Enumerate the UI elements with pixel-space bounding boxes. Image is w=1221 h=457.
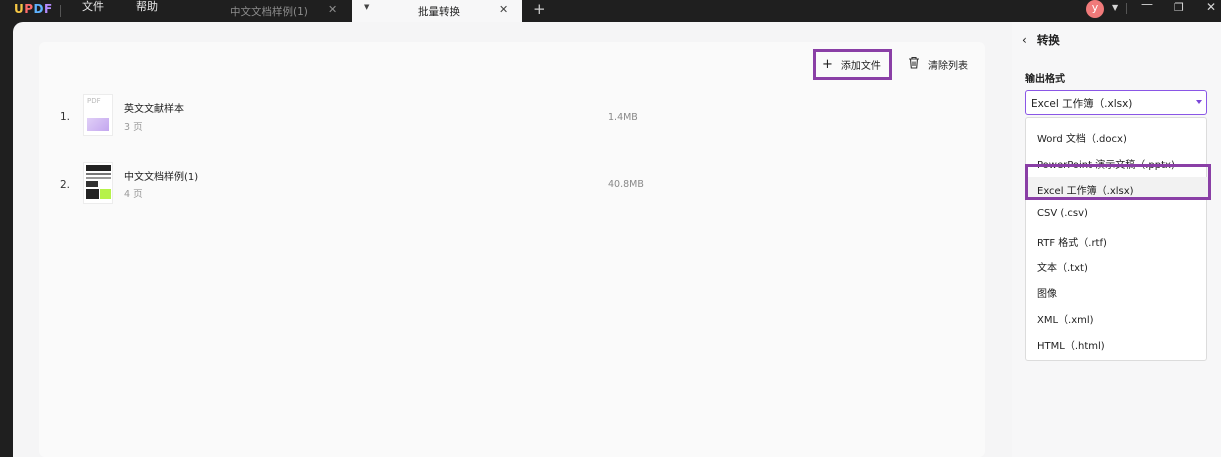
highlight-box xyxy=(1025,164,1211,200)
file-thumbnail: PDF xyxy=(83,94,113,136)
panel-header: ‹ 转换 xyxy=(1022,32,1060,48)
close-icon[interactable]: ✕ xyxy=(328,3,337,16)
option-txt[interactable]: 文本（.txt) xyxy=(1026,254,1208,276)
divider xyxy=(60,5,61,17)
clear-list-label: 清除列表 xyxy=(928,60,968,72)
file-name: 中文文档样例(1) xyxy=(124,172,199,183)
divider xyxy=(1126,3,1127,14)
close-icon[interactable]: ✕ xyxy=(499,3,508,16)
option-xml[interactable]: XML（.xml) xyxy=(1026,306,1208,328)
file-thumbnail xyxy=(83,162,113,204)
chevron-down-icon[interactable]: ▼ xyxy=(1112,3,1118,12)
format-dropdown: Word 文档（.docx) PowerPoint 演示文稿（.pptx) Ex… xyxy=(1025,117,1208,361)
doc-preview xyxy=(86,165,111,171)
menu-help[interactable]: 帮助 xyxy=(136,0,158,22)
tab-label: 中文文档样例(1) xyxy=(230,6,308,18)
trash-icon xyxy=(908,56,920,72)
avatar[interactable]: y xyxy=(1086,0,1104,18)
file-list-panel: + 添加文件 清除列表 1. PDF 英文文献样本 3 页 1.4MB 2. 中… xyxy=(13,22,1012,457)
pdf-image-icon xyxy=(87,118,109,131)
tab-label: 批量转换 xyxy=(418,6,460,18)
option-rtf[interactable]: RTF 格式（.rtf) xyxy=(1026,229,1208,251)
title-bar: UPDF 文件 帮助 中文文档样例(1) ✕ ▼ 批量转换 ✕ + y ▼ — … xyxy=(0,0,1221,22)
updf-logo[interactable]: UPDF xyxy=(14,2,53,16)
row-index: 1. xyxy=(60,111,71,123)
file-pages: 3 页 xyxy=(124,122,143,133)
option-image[interactable]: 图像 xyxy=(1026,280,1208,302)
option-csv[interactable]: CSV (.csv) xyxy=(1026,203,1208,225)
new-tab-icon[interactable]: + xyxy=(533,0,546,18)
option-html[interactable]: HTML（.html) xyxy=(1026,332,1208,354)
file-size: 1.4MB xyxy=(608,112,638,123)
minimize-icon[interactable]: — xyxy=(1141,0,1153,11)
caret-down-icon xyxy=(1196,100,1202,104)
clear-list-button[interactable]: 清除列表 xyxy=(908,53,968,75)
option-word[interactable]: Word 文档（.docx) xyxy=(1026,125,1208,147)
tab-batch-convert[interactable]: ▼ 批量转换 ✕ xyxy=(352,0,522,22)
panel-title: 转换 xyxy=(1036,33,1060,47)
menu-file[interactable]: 文件 xyxy=(82,0,104,22)
plus-icon: + xyxy=(822,56,833,72)
convert-panel: ‹ 转换 输出格式 Excel 工作簿（.xlsx) Word 文档（.docx… xyxy=(1012,22,1221,457)
chevron-left-icon[interactable]: ‹ xyxy=(1022,33,1027,47)
tab-document[interactable]: 中文文档样例(1) ✕ xyxy=(178,0,350,22)
row-index: 2. xyxy=(60,179,71,191)
file-pages: 4 页 xyxy=(124,189,143,200)
output-format-label: 输出格式 xyxy=(1025,74,1065,85)
add-files-button[interactable]: + 添加文件 xyxy=(822,53,881,75)
caret-down-icon[interactable]: ▼ xyxy=(364,3,369,11)
pdf-label: PDF xyxy=(87,97,101,105)
restore-icon[interactable]: ❐ xyxy=(1174,1,1184,14)
output-format-select[interactable]: Excel 工作簿（.xlsx) xyxy=(1025,90,1207,115)
add-files-label: 添加文件 xyxy=(840,60,881,72)
file-size: 40.8MB xyxy=(608,179,644,190)
file-name: 英文文献样本 xyxy=(124,104,184,115)
selected-format: Excel 工作簿（.xlsx) xyxy=(1031,98,1133,110)
close-window-icon[interactable]: ✕ xyxy=(1206,0,1216,14)
